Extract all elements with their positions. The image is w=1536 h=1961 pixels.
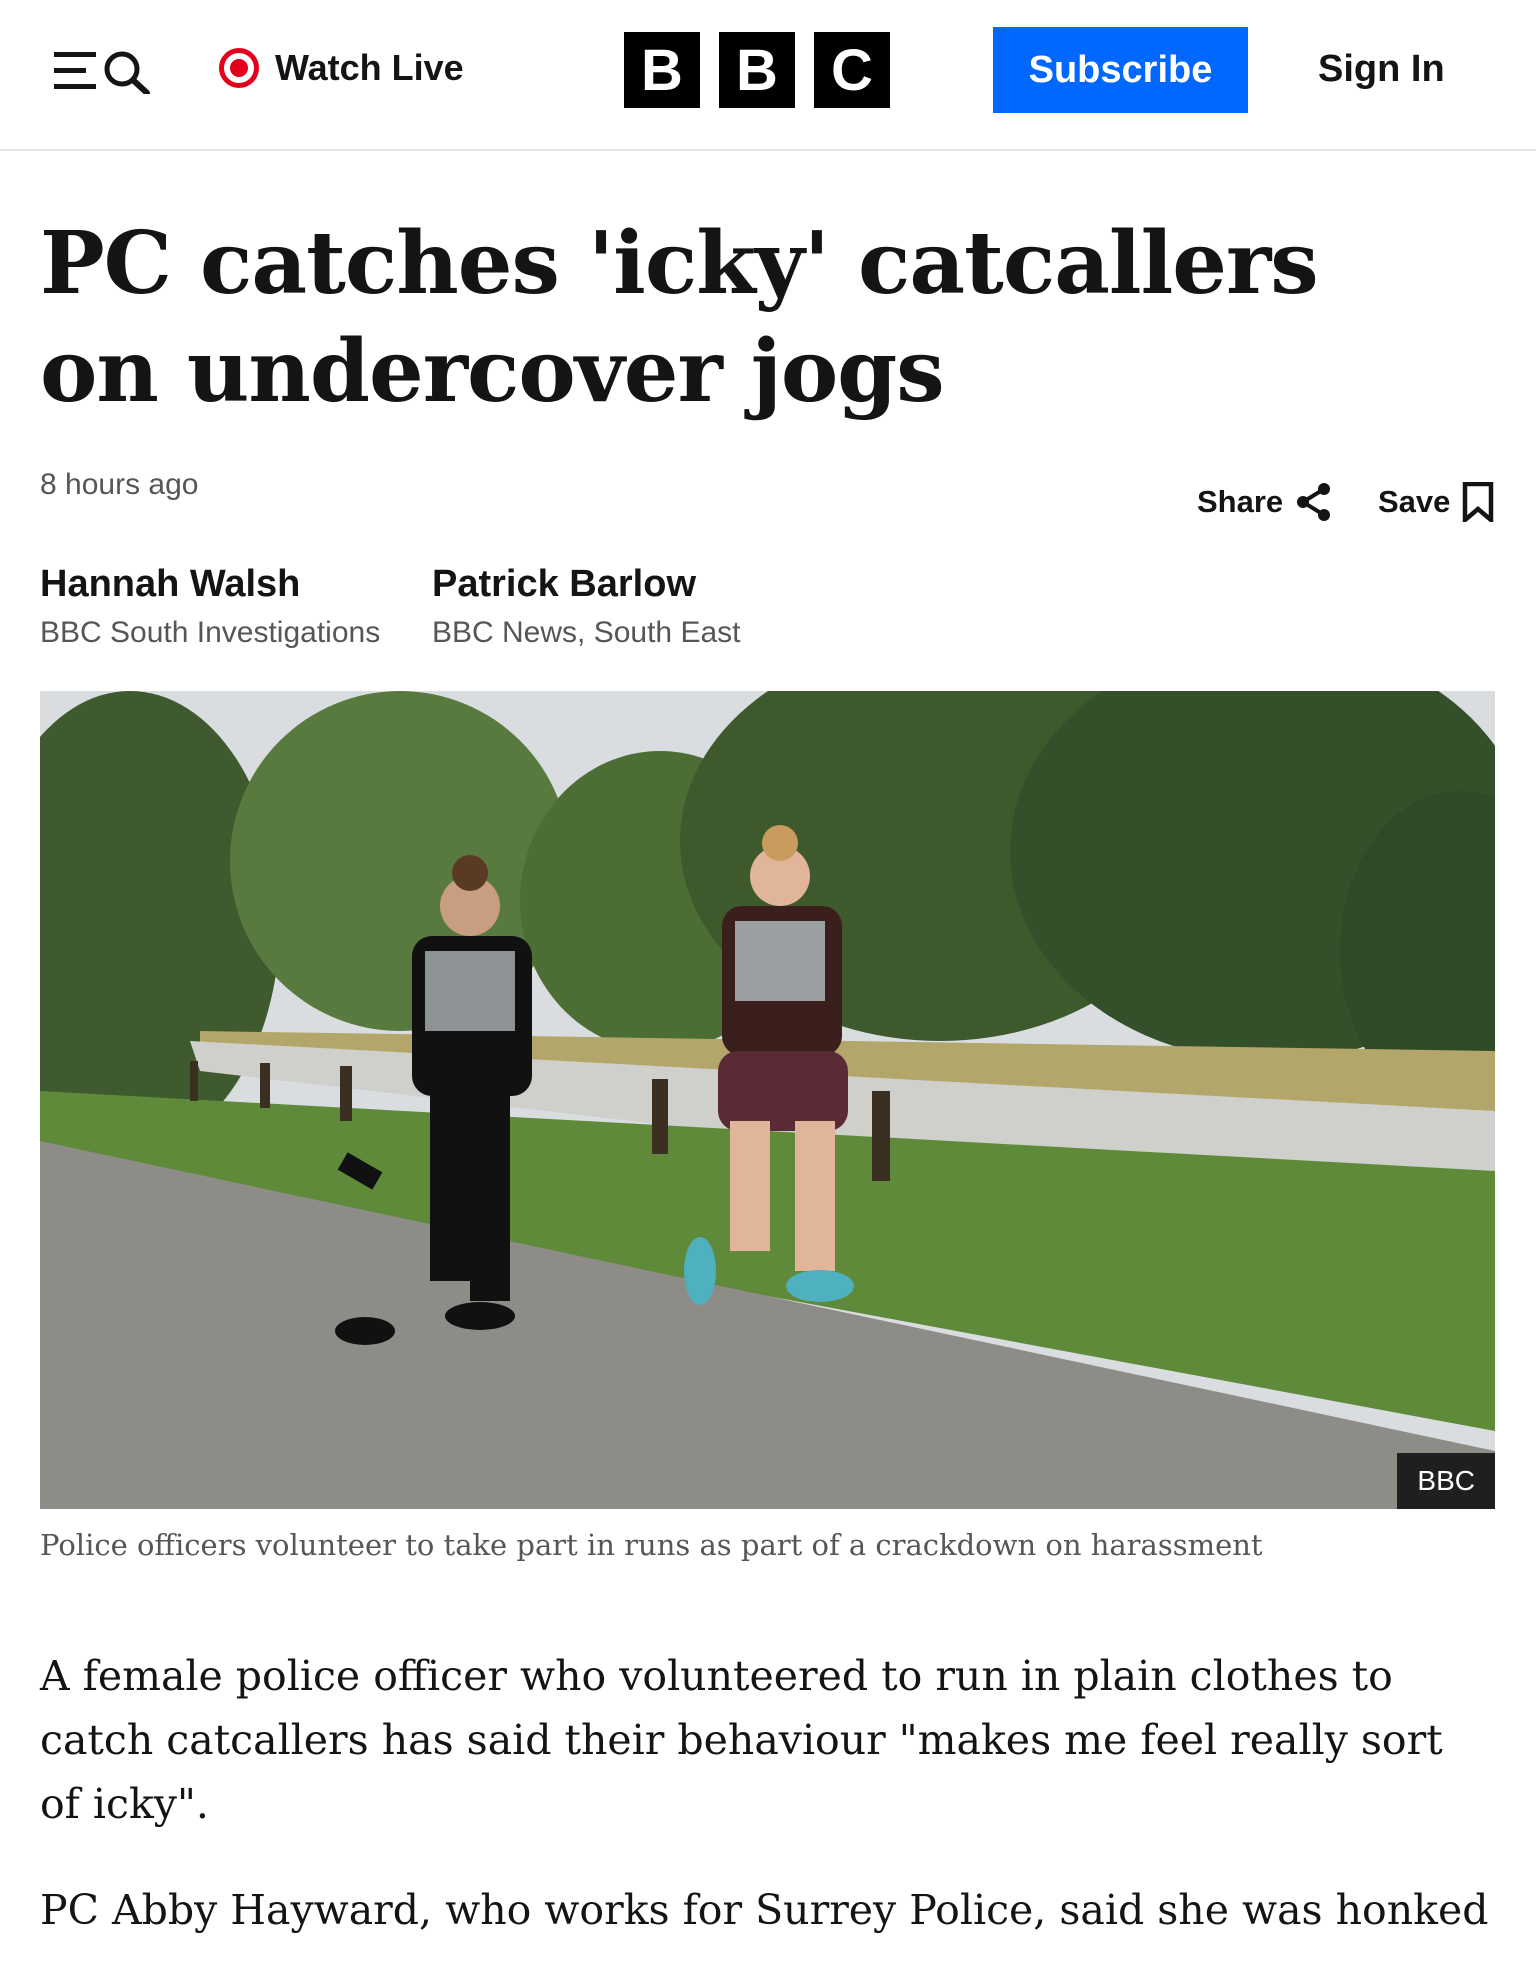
subscribe-button[interactable]: Subscribe [993, 27, 1248, 113]
save-label: Save [1378, 484, 1451, 519]
article-paragraph: A female police officer who volunteered … [40, 1652, 1443, 1828]
author-name: Patrick Barlow [432, 563, 696, 605]
save-button[interactable]: Save [1378, 480, 1494, 524]
watch-live-link[interactable]: Watch Live [219, 46, 464, 90]
hero-image: BBC [40, 691, 1495, 1509]
author-name: Hannah Walsh [40, 563, 301, 605]
author-role: BBC News, South East [432, 616, 741, 649]
sign-in-link[interactable]: Sign In [1318, 44, 1445, 94]
share-icon [1297, 483, 1331, 521]
image-caption: Police officers volunteer to take part i… [40, 1528, 1263, 1562]
bbc-logo[interactable]: B B C [624, 32, 890, 108]
article-timestamp: 8 hours ago [40, 468, 199, 501]
site-header: Watch Live B B C Subscribe Sign In [0, 0, 1536, 151]
bookmark-icon [1463, 482, 1494, 522]
byline-author: Patrick Barlow BBC News, South East [432, 560, 740, 654]
runners-photo [40, 691, 1495, 1509]
menu-icon [54, 51, 150, 96]
author-role: BBC South Investigations [40, 616, 381, 649]
share-button[interactable]: Share [1197, 480, 1333, 524]
article-headline: PC catches 'icky' catcallers on undercov… [40, 213, 1319, 422]
logo-letter: B [719, 32, 795, 108]
share-label: Share [1197, 484, 1284, 519]
article-paragraph: PC Abby Hayward, who works for Surrey Po… [40, 1886, 1489, 1934]
search-icon [104, 51, 150, 96]
image-credit: BBC [1397, 1453, 1495, 1509]
live-indicator-icon [219, 48, 259, 88]
logo-letter: C [814, 32, 890, 108]
menu-search-button[interactable] [54, 46, 154, 96]
byline-author: Hannah Walsh BBC South Investigations [40, 560, 380, 654]
logo-letter: B [624, 32, 700, 108]
watch-live-label: Watch Live [275, 47, 464, 88]
